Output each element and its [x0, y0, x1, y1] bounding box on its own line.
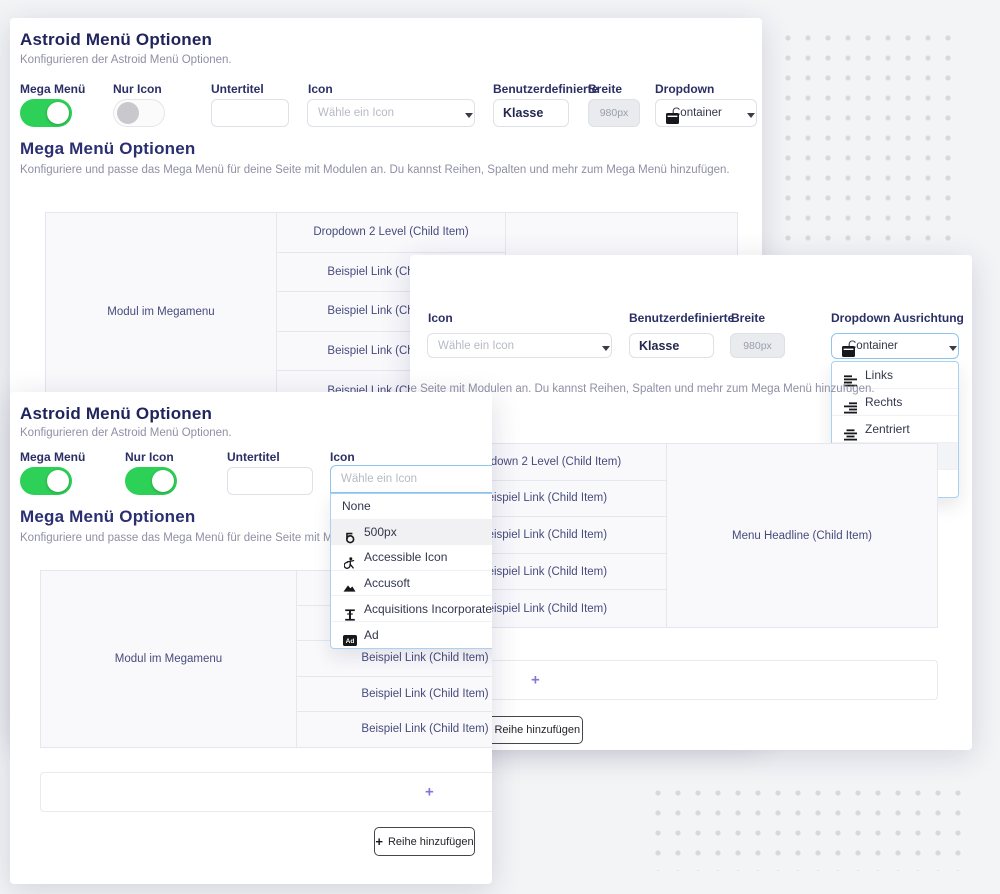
page-subtitle: Konfigurieren der Astroid Menü Optionen. [20, 54, 232, 66]
dropdown-alignment-select[interactable]: Container [831, 333, 959, 359]
dropdown-label: Dropdown [655, 82, 714, 96]
icon-select-placeholder: Wähle ein Icon [318, 107, 394, 119]
svg-text:Ad: Ad [345, 638, 354, 645]
nur-icon-label: Nur Icon [113, 82, 162, 96]
untertitel-label: Untertitel [227, 450, 280, 464]
mega-menu-label: Mega Menü [20, 450, 85, 464]
breite-label: Breite [731, 311, 765, 325]
icon-select[interactable]: Wähle ein Icon [307, 99, 475, 127]
breite-label: Breite [588, 82, 622, 96]
breite-value: 980px [600, 107, 629, 119]
mega-menu-section-description: Konfiguriere und passe das Mega Menü für… [20, 164, 730, 176]
add-row-button[interactable]: + Reihe hinzufügen [374, 827, 475, 856]
menu-item-row[interactable]: Beispiel Link (Child Item) [297, 677, 492, 712]
page-title: Astroid Menü Optionen [20, 404, 212, 424]
plus-icon[interactable]: + [425, 784, 434, 801]
breite-input-disabled: 980px [588, 99, 640, 127]
dropdown-alignment-label: Dropdown Ausrichtung [831, 311, 964, 325]
module-cell[interactable]: Modul im Megamenu [41, 571, 296, 747]
icon-label: Icon [330, 450, 355, 464]
nur-icon-toggle[interactable] [125, 467, 177, 495]
page-subtitle: Konfigurieren der Astroid Menü Optionen. [20, 427, 232, 439]
plus-icon[interactable]: + [531, 672, 540, 689]
add-row-button[interactable]: + Reihe hinzufügen [479, 716, 583, 744]
astroid-menu-options-panel-bottom: Astroid Menü Optionen Konfigurieren der … [10, 392, 492, 884]
mega-menu-section-title: Mega Menü Optionen [20, 507, 195, 527]
untertitel-input[interactable] [227, 467, 313, 495]
icon-select-options: None 500px Accessible Icon Accusoft Acqu… [330, 493, 492, 649]
custom-class-input[interactable]: Klasse [629, 333, 714, 358]
icon-label: Icon [428, 311, 453, 325]
megamenu-builder-table: Dropdown 2 Level (Child Item) Beispiel L… [420, 443, 938, 628]
nur-icon-label: Nur Icon [125, 450, 174, 464]
breite-input-disabled: 980px [730, 333, 785, 358]
untertitel-label: Untertitel [211, 82, 264, 96]
mega-menu-section-title: Mega Menü Optionen [20, 139, 195, 159]
toggle-knob [117, 102, 139, 124]
dot-pattern-top-right [778, 28, 956, 242]
icon-option-500px[interactable]: 500px [331, 520, 492, 546]
custom-class-label: Benutzerdefinierte [493, 82, 598, 96]
custom-class-input[interactable]: Klasse [493, 99, 569, 127]
icon-option-accessible-icon[interactable]: Accessible Icon [331, 545, 492, 571]
dropdown-alignment-select[interactable]: Container [655, 99, 757, 127]
icon-select-placeholder: Wähle ein Icon [438, 340, 514, 352]
icon-label: Icon [308, 82, 333, 96]
icon-option-accusoft[interactable]: Accusoft [331, 571, 492, 597]
dot-pattern-bottom-right [648, 783, 964, 871]
menu-item-row[interactable]: Beispiel Link (Child Item) [297, 712, 492, 747]
add-column-box[interactable]: + [40, 772, 492, 812]
page-title: Astroid Menü Optionen [20, 30, 212, 50]
plus-icon: + [375, 835, 383, 848]
icon-select-placeholder: Wähle ein Icon [341, 473, 417, 485]
page-background: Astroid Menü Optionen Konfigurieren der … [0, 0, 1000, 894]
module-cell[interactable]: Modul im Megamenu [46, 213, 276, 411]
icon-option-ad[interactable]: Ad Ad [331, 622, 492, 648]
breite-value: 980px [743, 340, 772, 352]
icon-select[interactable]: Wähle ein Icon [427, 333, 612, 358]
icon-option-acquisitions-incorporated[interactable]: Acquisitions Incorporated [331, 596, 492, 622]
untertitel-input[interactable] [211, 99, 289, 127]
mega-menu-toggle[interactable] [20, 467, 72, 495]
custom-class-value: Klasse [503, 106, 543, 120]
nur-icon-toggle[interactable] [113, 99, 165, 127]
mega-menu-label: Mega Menü [20, 82, 85, 96]
toggle-knob [47, 470, 69, 492]
custom-class-label: Benutzerdefinierte [629, 311, 734, 325]
custom-class-value: Klasse [639, 339, 679, 353]
mega-menu-toggle[interactable] [20, 99, 72, 127]
icon-option-none[interactable]: None [331, 494, 492, 520]
astroid-menu-options-panel-middle: Icon Benutzerdefinierte Breite Dropdown … [410, 255, 972, 750]
headline-cell[interactable]: Menu Headline (Child Item) [667, 444, 937, 627]
icon-select[interactable]: Wähle ein Icon [330, 465, 492, 493]
menu-item-row[interactable]: Dropdown 2 Level (Child Item) [277, 213, 505, 253]
dropdown-selected-value: Container [848, 340, 898, 352]
toggle-knob [152, 470, 174, 492]
dropdown-option-zentriert[interactable]: Zentriert [832, 416, 958, 443]
dropdown-selected-value: Container [672, 107, 722, 119]
add-row-button-label: Reihe hinzufügen [388, 836, 474, 848]
add-row-button-label: Reihe hinzufügen [494, 724, 580, 736]
add-column-box[interactable]: + [420, 660, 938, 700]
toggle-knob [47, 102, 69, 124]
